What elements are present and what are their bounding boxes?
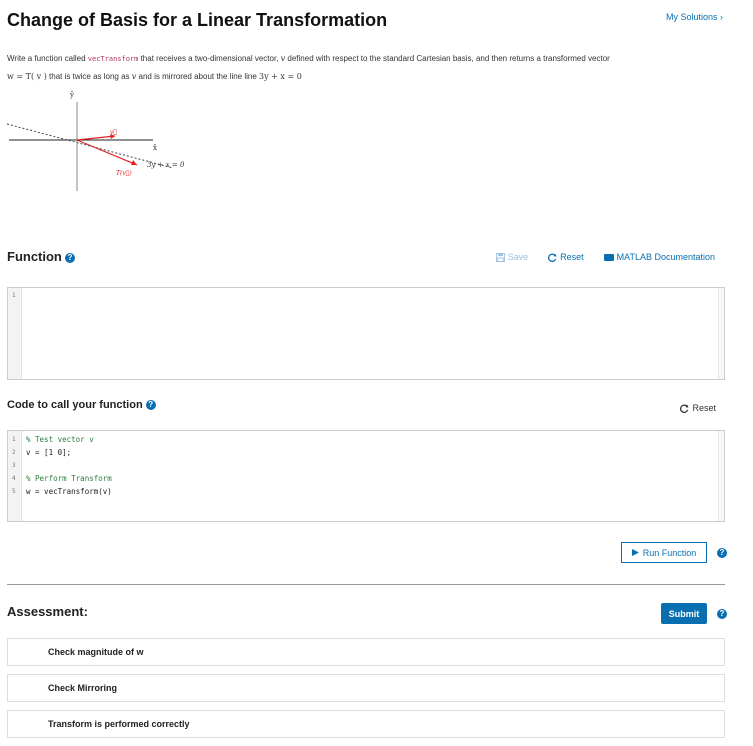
- line-number: 1: [12, 436, 16, 443]
- call-code-content: % Test vector v v = [1 0]; % Perform Tra…: [26, 433, 112, 498]
- help-icon[interactable]: ?: [145, 400, 156, 411]
- description-text-2: that receives a two-dimensional vector,: [138, 54, 281, 63]
- code-line: % Perform Transform: [26, 474, 112, 483]
- my-solutions-link[interactable]: My Solutions ›: [666, 12, 723, 22]
- help-icon[interactable]: ?: [717, 548, 727, 558]
- editor-scrollbar[interactable]: [718, 431, 724, 521]
- description-text-5: and is mirrored about the line line: [136, 72, 260, 81]
- line-number: 2: [12, 449, 16, 456]
- vector-tv: [76, 139, 138, 166]
- code-line: v = [1 0];: [26, 448, 72, 457]
- description-text-1: Write a function called: [7, 54, 88, 63]
- line-number: 1: [12, 292, 16, 299]
- description-text-3: defined with respect to the standard Car…: [285, 54, 610, 63]
- description-text-4: that is twice as long as: [46, 72, 132, 81]
- assessment-heading: Assessment:: [7, 604, 88, 619]
- reset-button[interactable]: Reset: [548, 252, 584, 262]
- x-axis-label: x̂: [153, 143, 157, 152]
- line-equation: 3y + x = 0: [259, 72, 302, 81]
- help-icon[interactable]: ?: [64, 252, 75, 263]
- save-icon: [495, 252, 505, 262]
- play-icon: [631, 549, 639, 556]
- section-divider: [7, 584, 725, 585]
- save-button[interactable]: Save: [495, 252, 529, 262]
- reset-label: Reset: [560, 252, 584, 262]
- reset-icon: [680, 403, 690, 413]
- reset-icon: [548, 252, 557, 262]
- run-function-label: Run Function: [642, 547, 697, 558]
- matlab-documentation-link[interactable]: MATLAB Documentation: [603, 252, 715, 262]
- transformation-diagram: ŷ x̂ v⃗ T(v⃗) 3y + x = 0: [6, 91, 185, 191]
- tv-label: T(v⃗): [116, 170, 132, 177]
- problem-description: Write a function called vecTransform tha…: [7, 50, 717, 86]
- save-label: Save: [507, 252, 529, 262]
- line-number: 3: [12, 462, 16, 469]
- function-heading-text: Function: [7, 249, 62, 264]
- transform-formula: w = T( v ): [7, 72, 47, 81]
- assessment-item[interactable]: Check Mirroring: [7, 674, 725, 702]
- call-reset-label: Reset: [692, 403, 716, 413]
- y-axis-label: ŷ: [69, 91, 74, 99]
- call-code-heading: Code to call your function?: [7, 399, 156, 411]
- run-function-button[interactable]: Run Function: [621, 542, 707, 563]
- vector-v: [76, 135, 116, 141]
- call-code-reset-button[interactable]: Reset: [680, 403, 716, 413]
- call-code-gutter: 1 2 3 4 5: [8, 431, 22, 521]
- function-name-code: vecTransform: [87, 55, 139, 63]
- function-heading: Function?: [7, 249, 75, 264]
- call-code-editor[interactable]: 1 2 3 4 5 % Test vector v v = [1 0]; % P…: [7, 430, 725, 522]
- function-toolbar: Save Reset MATLAB Documentation: [495, 252, 715, 262]
- page-title: Change of Basis for a Linear Transformat…: [7, 10, 388, 30]
- line-label: 3y + x = 0: [147, 161, 185, 169]
- line-number: 5: [12, 488, 16, 495]
- help-icon[interactable]: ?: [717, 609, 727, 619]
- code-line: w = vecTransform(v): [26, 487, 112, 496]
- v-label: v⃗: [110, 129, 117, 136]
- assessment-item[interactable]: Check magnitude of w: [7, 638, 725, 666]
- line-number: 4: [12, 475, 16, 482]
- documentation-label: MATLAB Documentation: [616, 252, 715, 262]
- call-code-heading-text: Code to call your function: [7, 399, 143, 411]
- function-editor[interactable]: 1: [7, 287, 725, 380]
- editor-scrollbar[interactable]: [718, 288, 724, 379]
- documentation-icon: [603, 253, 614, 261]
- function-editor-gutter: 1: [8, 288, 22, 379]
- assessment-item[interactable]: Transform is performed correctly: [7, 710, 725, 738]
- code-line: % Test vector v: [26, 435, 94, 444]
- submit-button[interactable]: Submit: [661, 603, 707, 624]
